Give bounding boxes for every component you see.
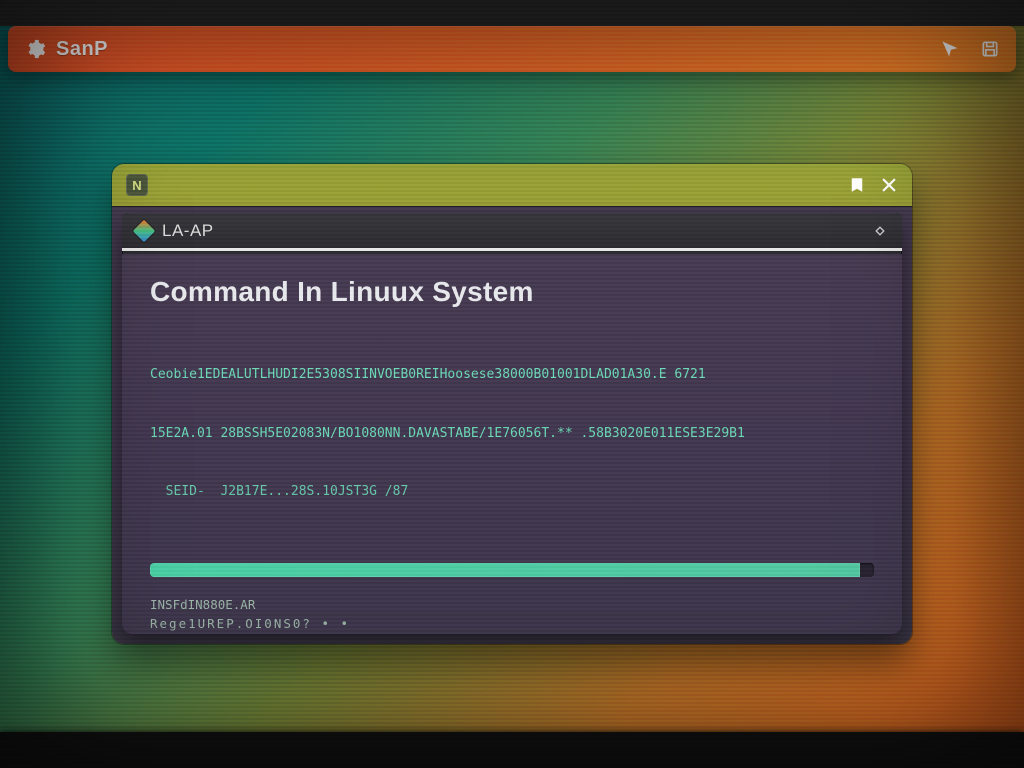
diamond-icon xyxy=(133,219,156,242)
terminal-line: Ceobie1EDEALUTLHUDI2E5308SIINVOEB0REIHoo… xyxy=(150,365,874,385)
status-line: S6FHUA0od1/2:1 xyxy=(150,633,874,634)
status-line: Rege1UREP.OI0NS0? • • xyxy=(150,614,874,633)
window-content: Command In Linuux System Ceobie1EDEALUTL… xyxy=(122,254,902,634)
outer-window: N LA-AP Command In Linuux System xyxy=(112,164,912,644)
terminal-line: SEID- J2B17E...28S.10JST3G /87 xyxy=(150,482,874,502)
topbar-title: SanP xyxy=(56,38,108,61)
progress-bar-wrap xyxy=(150,563,874,577)
location-icon[interactable] xyxy=(940,39,960,59)
progress-bar-fill xyxy=(150,563,860,577)
save-icon[interactable] xyxy=(980,39,1000,59)
bottom-taskbar xyxy=(0,732,1024,768)
progress-bar[interactable] xyxy=(150,563,874,577)
close-icon[interactable] xyxy=(880,176,898,194)
content-heading: Command In Linuux System xyxy=(150,276,874,308)
terminal-line: 15E2A.01 28BSSH5E02083N/BO1080NN.DAVASTA… xyxy=(150,424,874,444)
inner-titlebar[interactable]: LA-AP xyxy=(122,213,902,251)
inner-window-title: LA-AP xyxy=(162,221,214,241)
settings-diamond-icon[interactable] xyxy=(872,223,888,239)
terminal-output: Ceobie1EDEALUTLHUDI2E5308SIINVOEB0REIHoo… xyxy=(150,326,874,541)
status-line: INSFdIN880E.AR xyxy=(150,595,874,614)
gear-icon[interactable] xyxy=(24,38,46,60)
outer-window-body: LA-AP Command In Linuux System Ceobie1ED… xyxy=(112,206,912,644)
app-icon: N xyxy=(126,174,148,196)
inner-window: LA-AP Command In Linuux System Ceobie1ED… xyxy=(122,213,902,634)
status-block: INSFdIN880E.AR Rege1UREP.OI0NS0? • • S6F… xyxy=(150,595,874,635)
top-taskbar: SanP xyxy=(8,26,1016,72)
bookmark-icon[interactable] xyxy=(848,176,866,194)
outer-titlebar[interactable]: N xyxy=(112,164,912,206)
menubar-strip xyxy=(0,0,1024,26)
